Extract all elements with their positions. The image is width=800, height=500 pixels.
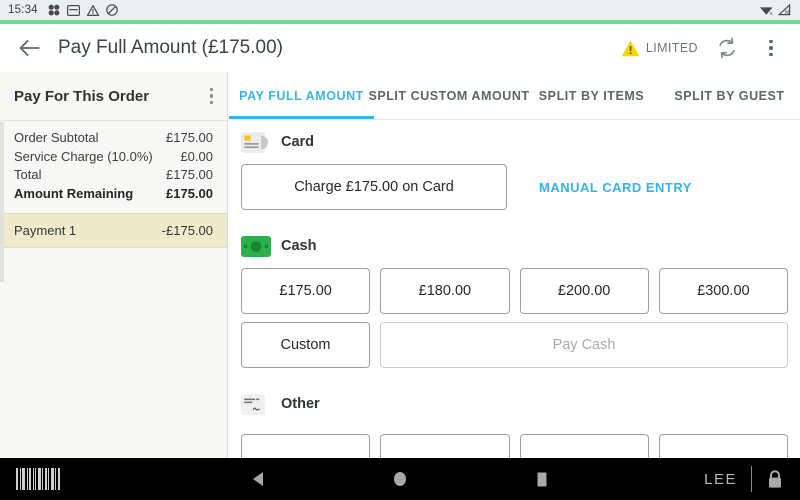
payment-label: Payment 1 (14, 223, 77, 238)
tab-label: SPLIT CUSTOM AMOUNT (368, 88, 530, 103)
cash-amount-button[interactable]: £300.00 (658, 268, 788, 314)
order-totals: Order Subtotal £175.00 Service Charge (1… (0, 121, 227, 213)
total-value: £0.00 (180, 148, 213, 164)
svg-text:s: s (770, 11, 773, 16)
other-section-header: Other (241, 382, 788, 426)
warning-triangle-icon (621, 40, 640, 56)
cash-section-header: Cash (241, 224, 788, 268)
cash-amount-button[interactable]: £180.00 (380, 268, 510, 314)
total-label: Service Charge (10.0%) (14, 148, 153, 164)
status-badge-label: LIMITED (645, 41, 698, 55)
sync-button[interactable] (712, 33, 742, 63)
nav-back-triangle-icon (252, 472, 263, 486)
other-section-label: Other (281, 396, 320, 412)
svg-text:M: M (785, 10, 789, 16)
tab-split-custom-amount[interactable]: SPLIT CUSTOM AMOUNT (368, 72, 529, 119)
payment-row[interactable]: Payment 1 -£175.00 (0, 213, 227, 248)
cash-custom-button[interactable]: Custom (241, 322, 370, 368)
card-reader-icon (66, 4, 80, 16)
app-bar: Pay Full Amount (£175.00) LIMITED (0, 24, 800, 72)
cheque-icon (241, 393, 265, 415)
total-label: Order Subtotal (14, 130, 99, 145)
payment-methods-panel: Card Charge £175.00 on Card MANUAL CARD … (229, 120, 800, 458)
sidebar-title: Pay For This Order (14, 87, 150, 105)
status-badge[interactable]: LIMITED (621, 40, 698, 57)
order-summary-sidebar: Pay For This Order Order Subtotal £175.0… (0, 72, 228, 458)
total-value: £175.00 (166, 167, 213, 182)
nav-recents-button[interactable] (524, 461, 560, 497)
sidebar-scrollbar[interactable] (0, 122, 4, 282)
manual-card-entry-link[interactable]: MANUAL CARD ENTRY (539, 164, 692, 210)
payment-mode-tabs: PAY FULL AMOUNT SPLIT CUSTOM AMOUNT SPLI… (229, 72, 800, 120)
credit-card-icon (241, 131, 268, 153)
total-row: Service Charge (10.0%) £0.00 (14, 148, 213, 167)
total-row: Amount Remaining £175.00 (14, 185, 213, 204)
cash-section-label: Cash (281, 238, 317, 254)
card-section-header: Card (241, 120, 788, 164)
other-option-button[interactable] (658, 434, 788, 458)
nav-center-buttons (0, 461, 800, 497)
cash-action-row: Custom Pay Cash (241, 322, 788, 368)
card-section-label: Card (281, 134, 315, 150)
status-left-icons (48, 4, 118, 16)
more-vertical-icon (769, 39, 773, 57)
system-navigation-bar: LEE (0, 458, 800, 500)
tab-label: SPLIT BY ITEMS (538, 88, 645, 103)
wifi-signal-icon: s (760, 7, 773, 16)
status-right-icons: s M (759, 4, 792, 16)
tab-label: SPLIT BY GUEST (674, 88, 785, 103)
payment-value: -£175.00 (161, 223, 213, 238)
other-option-button[interactable] (241, 434, 371, 458)
status-time: 15:34 (8, 4, 38, 16)
cash-amount-button[interactable]: £200.00 (519, 268, 649, 314)
charge-card-button[interactable]: Charge £175.00 on Card (241, 164, 507, 210)
total-value: £175.00 (166, 185, 213, 201)
tab-split-by-guest[interactable]: SPLIT BY GUEST (659, 72, 800, 119)
overflow-menu-button[interactable] (756, 33, 786, 63)
nav-home-button[interactable] (382, 461, 418, 497)
other-buttons-row (241, 434, 788, 458)
app-bar-actions: LIMITED (621, 33, 788, 63)
tab-pay-full-amount[interactable]: PAY FULL AMOUNT (229, 72, 374, 119)
total-row: Total £175.00 (14, 166, 213, 185)
sidebar-header: Pay For This Order (0, 72, 227, 120)
warning-triangle-icon (86, 4, 99, 16)
tab-split-by-items[interactable]: SPLIT BY ITEMS (524, 72, 659, 119)
status-bar: 15:34 s M (0, 0, 800, 20)
apps-grid-icon (48, 4, 60, 16)
arrow-back-icon (19, 40, 40, 56)
nav-recents-square-icon (537, 472, 547, 486)
pay-cash-button[interactable]: Pay Cash (380, 322, 788, 368)
back-button[interactable] (12, 30, 48, 66)
sidebar-overflow-button[interactable] (209, 87, 213, 105)
cellular-signal-icon: M (778, 4, 791, 16)
other-option-button[interactable] (380, 434, 510, 458)
cash-banknote-icon (241, 235, 271, 257)
cash-amount-button[interactable]: £175.00 (241, 268, 371, 314)
card-actions-row: Charge £175.00 on Card MANUAL CARD ENTRY (241, 164, 788, 210)
tab-label: PAY FULL AMOUNT (239, 88, 364, 103)
total-label: Total (14, 167, 42, 182)
page-title: Pay Full Amount (£175.00) (58, 37, 283, 58)
total-label: Amount Remaining (14, 185, 134, 201)
nav-home-circle-icon (394, 472, 406, 486)
app-root: 15:34 s M Pay Full Amount (£175.00) LIMI… (0, 0, 800, 500)
sync-refresh-icon (719, 37, 735, 59)
nav-back-button[interactable] (240, 461, 276, 497)
total-value: £175.00 (166, 130, 213, 145)
cash-quick-amounts-row: £175.00 £180.00 £200.00 £300.00 (241, 268, 788, 314)
other-option-button[interactable] (519, 434, 649, 458)
do-not-disturb-icon (105, 4, 118, 16)
total-row: Order Subtotal £175.00 (14, 129, 213, 148)
